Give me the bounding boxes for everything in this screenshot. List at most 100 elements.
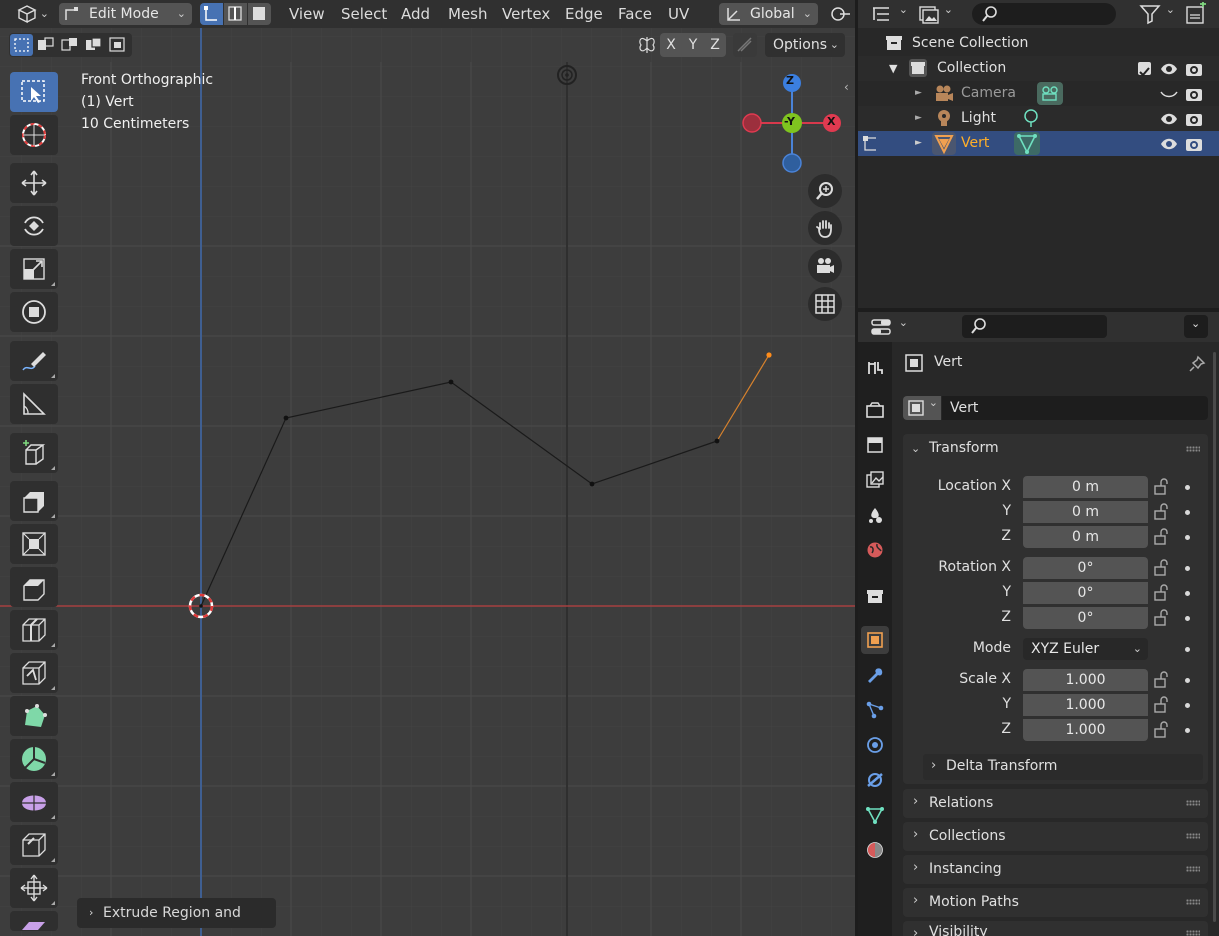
render-camera-icon[interactable] (1185, 61, 1203, 77)
properties-search-input[interactable] (962, 315, 1107, 338)
filter-dropdown[interactable]: ⌄ (1137, 3, 1175, 25)
extrude-tool[interactable] (10, 481, 58, 521)
lock-icon[interactable] (1153, 584, 1171, 602)
lock-icon[interactable] (1153, 609, 1171, 627)
location-y-field[interactable]: 0 m (1023, 501, 1148, 523)
tab-modifiers[interactable] (861, 661, 889, 689)
select-new-button[interactable] (10, 34, 33, 56)
editor-type-button[interactable]: ⌄ (8, 3, 50, 25)
menu-add[interactable]: Add (401, 3, 430, 25)
instancing-panel[interactable]: › Instancing (903, 855, 1208, 884)
rotate-tool[interactable] (10, 206, 58, 246)
spin-tool[interactable] (10, 739, 58, 779)
measure-tool[interactable] (10, 384, 58, 424)
properties-options-dropdown[interactable]: ⌄ (1184, 315, 1208, 338)
tab-world[interactable] (861, 536, 889, 564)
scale-tool[interactable] (10, 249, 58, 289)
sidebar-toggle-icon[interactable]: ‹ (844, 80, 849, 94)
object-name-field[interactable]: Vert (942, 396, 1208, 420)
face-select-mode-button[interactable] (248, 3, 271, 25)
object-browse-dropdown[interactable]: ⌄ (903, 396, 941, 420)
mirror-x-button[interactable]: X (660, 33, 682, 57)
properties-editor-type-button[interactable]: ⌄ (870, 316, 910, 338)
menu-face[interactable]: Face (618, 3, 652, 25)
outliner-row-vert[interactable]: ► Vert (858, 131, 1219, 156)
tab-object[interactable] (861, 626, 889, 654)
move-tool[interactable] (10, 163, 58, 203)
properties-scrollbar[interactable] (1213, 352, 1216, 922)
drag-handle-icon[interactable] (1186, 899, 1200, 905)
tab-output[interactable] (861, 431, 889, 459)
render-camera-icon[interactable] (1185, 111, 1203, 127)
eye-icon[interactable] (1160, 137, 1178, 151)
outliner-row-camera[interactable]: ► Camera (858, 81, 1219, 106)
expand-arrow-icon[interactable]: ► (915, 106, 922, 131)
transform-orientation-dropdown[interactable]: Global ⌄ (719, 3, 818, 25)
lock-icon[interactable] (1153, 671, 1171, 689)
drag-handle-icon[interactable] (1186, 446, 1200, 452)
last-operator-panel[interactable]: › Extrude Region and Move (77, 898, 276, 936)
collections-panel[interactable]: › Collections (903, 822, 1208, 851)
auto-merge-toggle[interactable] (733, 33, 757, 57)
eye-closed-icon[interactable] (1160, 87, 1178, 101)
select-subtract-button[interactable] (58, 34, 81, 56)
location-z-field[interactable]: 0 m (1023, 526, 1148, 548)
scale-x-field[interactable]: 1.000 (1023, 669, 1148, 691)
scale-y-field[interactable]: 1.000 (1023, 694, 1148, 716)
lock-icon[interactable] (1153, 503, 1171, 521)
viewport-canvas[interactable] (0, 0, 855, 936)
lock-icon[interactable] (1153, 478, 1171, 496)
expand-arrow-icon[interactable]: ► (915, 131, 922, 156)
outliner-row-collection[interactable]: ▼ Collection (858, 56, 1219, 81)
select-invert-button[interactable] (82, 34, 105, 56)
drag-handle-icon[interactable] (1186, 866, 1200, 872)
tab-constraints[interactable] (861, 766, 889, 794)
render-camera-icon[interactable] (1185, 136, 1203, 152)
select-intersect-button[interactable] (106, 34, 129, 56)
exclude-checkbox[interactable] (1138, 62, 1151, 77)
properties-editor[interactable]: ⌄ ⌄ Vert ⌄ Vert ⌄ Transform Location X 0… (858, 312, 1219, 936)
chevron-down-icon[interactable]: ⌄ (911, 442, 920, 455)
tab-data[interactable] (861, 801, 889, 829)
gizmo-x-label[interactable]: X (827, 115, 835, 128)
outliner-row-light[interactable]: ► Light (858, 106, 1219, 131)
tab-scene[interactable] (861, 501, 889, 529)
keyframe-dot[interactable] (1185, 510, 1190, 515)
keyframe-dot[interactable] (1185, 647, 1190, 652)
keyframe-dot[interactable] (1185, 703, 1190, 708)
menu-edge[interactable]: Edge (565, 3, 603, 25)
drag-handle-icon[interactable] (1186, 930, 1200, 936)
lock-icon[interactable] (1153, 721, 1171, 739)
edge-select-mode-button[interactable] (224, 3, 247, 25)
tab-render[interactable] (861, 396, 889, 424)
menu-select[interactable]: Select (341, 3, 387, 25)
vertex-select-mode-button[interactable] (200, 3, 223, 25)
knife-tool[interactable] (10, 653, 58, 693)
gizmo-neg-y-label[interactable]: -Y (784, 115, 795, 128)
lock-icon[interactable] (1153, 559, 1171, 577)
menu-view[interactable]: View (289, 3, 325, 25)
tab-particles[interactable] (861, 696, 889, 724)
mode-dropdown[interactable]: Edit Mode ⌄ (59, 3, 192, 25)
expand-arrow-icon[interactable]: ▼ (889, 56, 897, 81)
keyframe-dot[interactable] (1185, 728, 1190, 733)
rotation-x-field[interactable]: 0° (1023, 557, 1148, 579)
keyframe-dot[interactable] (1185, 566, 1190, 571)
eye-icon[interactable] (1160, 112, 1178, 126)
camera-data-icon[interactable] (1037, 82, 1063, 105)
smooth-tool[interactable] (10, 782, 58, 822)
snap-pivot-button[interactable] (826, 3, 855, 25)
pan-button[interactable] (808, 211, 842, 245)
tab-tool[interactable] (861, 354, 889, 382)
visibility-panel[interactable]: › Visibility (903, 921, 1208, 936)
gizmo-z-label[interactable]: Z (786, 74, 794, 87)
shrink-fatten-tool[interactable] (10, 868, 58, 908)
relations-panel[interactable]: › Relations (903, 789, 1208, 818)
tab-material[interactable] (861, 836, 889, 864)
mirror-y-button[interactable]: Y (682, 33, 704, 57)
rotation-y-field[interactable]: 0° (1023, 582, 1148, 604)
mirror-toggle[interactable] (636, 33, 658, 57)
keyframe-dot[interactable] (1185, 591, 1190, 596)
lock-icon[interactable] (1153, 696, 1171, 714)
mirror-z-button[interactable]: Z (704, 33, 726, 57)
